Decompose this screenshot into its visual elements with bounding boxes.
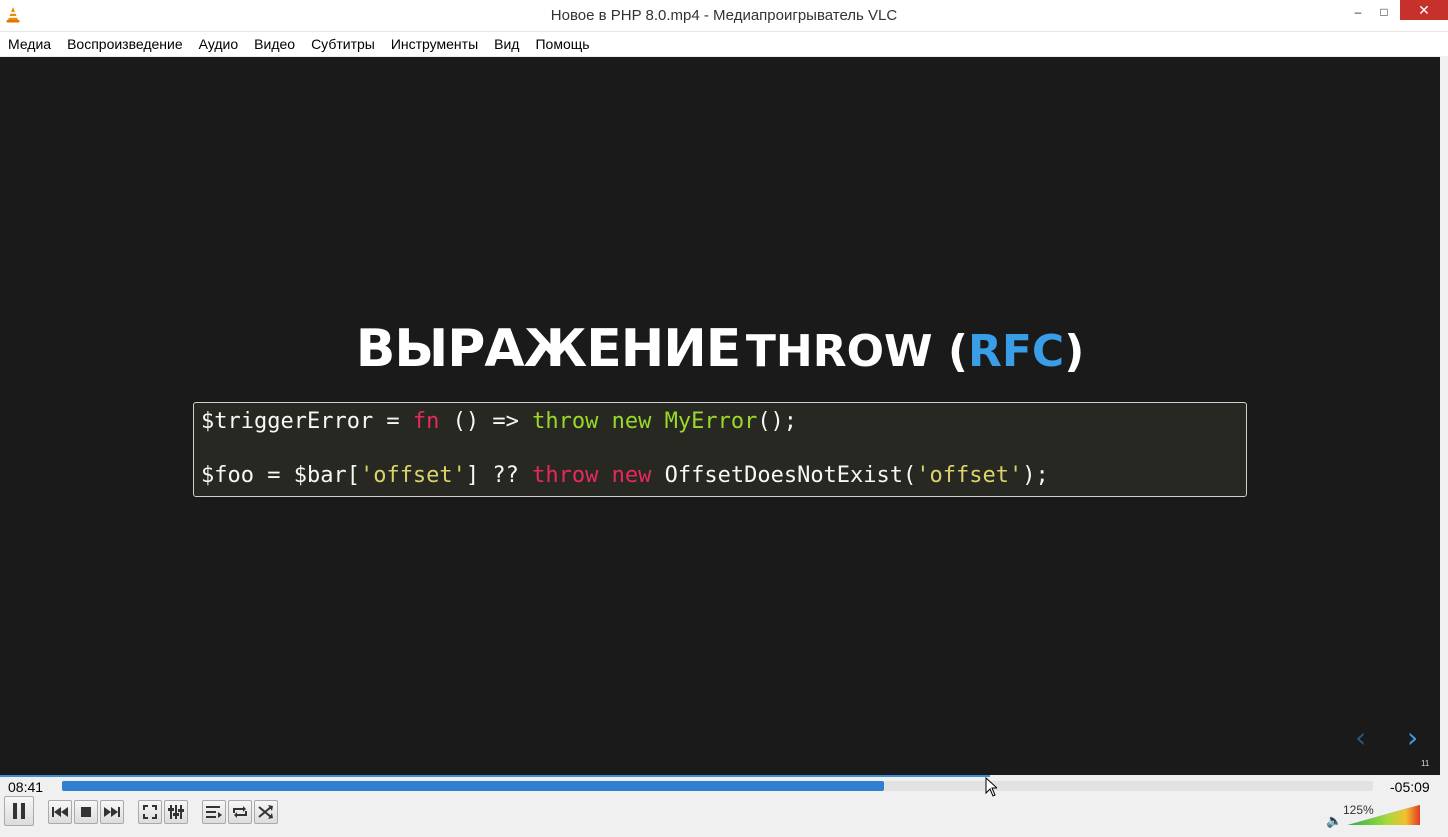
code-token: ); — [1022, 463, 1049, 488]
code-line-1: $triggerError = fn () => throw new MyErr… — [201, 409, 797, 434]
window-edge — [1440, 57, 1448, 775]
menu-view[interactable]: Вид — [486, 32, 527, 56]
seek-indicator-line — [0, 775, 990, 777]
previous-icon — [52, 807, 68, 817]
extended-settings-icon — [168, 805, 184, 819]
shuffle-button[interactable] — [254, 800, 278, 824]
next-icon — [104, 807, 120, 817]
code-token: throw new — [532, 463, 652, 488]
code-token: $foo = $bar[ — [201, 463, 360, 488]
playlist-button[interactable] — [202, 800, 226, 824]
slide-title-word2: THROW ( — [745, 326, 968, 377]
window-title: Новое в PHP 8.0.mp4 - Медиапроигрыватель… — [550, 7, 898, 24]
menu-bar: Медиа Воспроизведение Аудио Видео Субтит… — [0, 32, 1448, 56]
loop-button[interactable] — [228, 800, 252, 824]
slide-prev-icon: ‹ — [1355, 721, 1367, 754]
seek-slider[interactable] — [62, 781, 1373, 791]
menu-video[interactable]: Видео — [246, 32, 303, 56]
slide-number: 11 — [1421, 759, 1430, 768]
fullscreen-icon — [143, 805, 157, 819]
stop-button[interactable] — [74, 800, 98, 824]
menu-tools[interactable]: Инструменты — [383, 32, 486, 56]
extended-settings-button[interactable] — [164, 800, 188, 824]
mouse-cursor-icon — [985, 777, 997, 797]
speaker-icon[interactable]: 🔈 — [1326, 813, 1342, 829]
stop-icon — [81, 807, 91, 817]
code-token: $triggerError = — [201, 409, 413, 434]
slide-title: ВЫРАЖЕНИЕ THROW (RFC) — [0, 319, 1440, 379]
slide-title-close: ) — [1064, 326, 1085, 377]
close-button[interactable]: ✕ — [1400, 0, 1448, 20]
loop-icon — [233, 806, 247, 818]
menu-media[interactable]: Медиа — [0, 32, 59, 56]
previous-button[interactable] — [48, 800, 72, 824]
shuffle-icon — [258, 805, 273, 819]
code-token: () => — [439, 409, 533, 434]
slide-title-word1: ВЫРАЖЕНИЕ — [355, 319, 742, 379]
seek-progress — [62, 781, 884, 791]
slide-title-rfc: RFC — [967, 326, 1065, 377]
video-area[interactable]: ВЫРАЖЕНИЕ THROW (RFC) $triggerError = fn… — [0, 57, 1440, 775]
code-token: OffsetDoesNotExist( — [651, 463, 917, 488]
title-bar: Новое в PHP 8.0.mp4 - Медиапроигрыватель… — [0, 0, 1448, 32]
menu-playback[interactable]: Воспроизведение — [59, 32, 191, 56]
playlist-icon — [206, 806, 222, 818]
menu-help[interactable]: Помощь — [527, 32, 597, 56]
volume-slider[interactable] — [1348, 805, 1420, 825]
next-button[interactable] — [100, 800, 124, 824]
slide-next-icon: › — [1407, 721, 1419, 754]
code-token: ] ?? — [465, 463, 533, 488]
fullscreen-button[interactable] — [138, 800, 162, 824]
code-token: throw new MyError — [532, 409, 758, 434]
pause-icon — [13, 803, 25, 819]
menu-audio[interactable]: Аудио — [191, 32, 247, 56]
code-block: $triggerError = fn () => throw new MyErr… — [193, 402, 1247, 497]
code-line-2: $foo = $bar['offset'] ?? throw new Offse… — [201, 463, 1049, 488]
remaining-time[interactable]: -05:09 — [1390, 779, 1430, 795]
code-token: (); — [757, 409, 798, 434]
code-token: fn — [412, 409, 440, 434]
code-token: 'offset' — [359, 463, 466, 488]
elapsed-time[interactable]: 08:41 — [8, 779, 43, 795]
playback-controls: 🔈 125% — [0, 796, 1448, 837]
pause-button[interactable] — [4, 796, 34, 826]
code-token: 'offset' — [916, 463, 1023, 488]
menu-subtitles[interactable]: Субтитры — [303, 32, 383, 56]
maximize-button[interactable]: □ — [1367, 0, 1401, 24]
